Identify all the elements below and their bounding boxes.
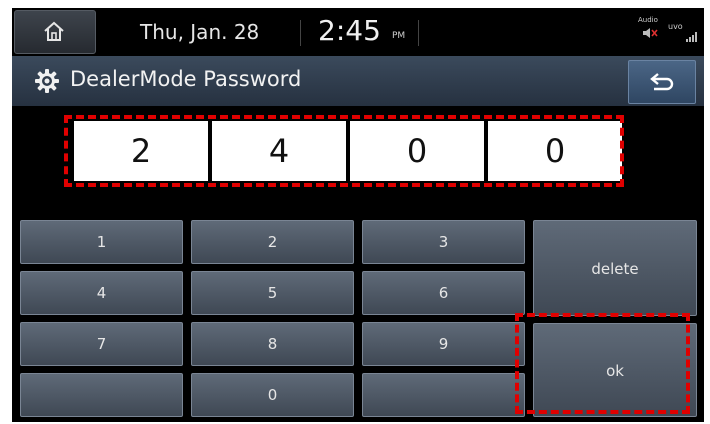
- key-2[interactable]: 2: [191, 220, 354, 264]
- key-1[interactable]: 1: [20, 220, 183, 264]
- clock-time: 2:45: [318, 14, 381, 47]
- date-display: Thu, Jan. 28: [140, 20, 260, 44]
- status-bar: Thu, Jan. 28 2:45 PM Audio uvo: [12, 8, 704, 56]
- back-arrow-icon: [650, 73, 674, 91]
- key-8[interactable]: 8: [191, 322, 354, 366]
- title-bar: DealerMode Password: [12, 56, 704, 106]
- password-highlight: [64, 115, 624, 187]
- key-blank[interactable]: [362, 373, 525, 417]
- page-title: DealerMode Password: [70, 67, 302, 91]
- key-4[interactable]: 4: [20, 271, 183, 315]
- key-0[interactable]: 0: [191, 373, 354, 417]
- signal-icon: [686, 32, 697, 42]
- key-3[interactable]: 3: [362, 220, 525, 264]
- delete-button[interactable]: delete: [533, 220, 697, 316]
- uvo-label: uvo: [668, 22, 683, 31]
- back-button[interactable]: [628, 60, 696, 104]
- audio-muted-icon: [643, 28, 658, 38]
- key-7[interactable]: 7: [20, 322, 183, 366]
- clock-ampm: PM: [392, 31, 406, 41]
- divider: [418, 20, 419, 46]
- key-blank[interactable]: [20, 373, 183, 417]
- key-6[interactable]: 6: [362, 271, 525, 315]
- ok-highlight: [515, 313, 690, 414]
- key-5[interactable]: 5: [191, 271, 354, 315]
- audio-label: Audio: [638, 16, 658, 24]
- gear-icon: [35, 69, 59, 93]
- home-button[interactable]: [14, 10, 96, 54]
- home-icon: [44, 21, 64, 41]
- divider: [300, 20, 301, 46]
- key-9[interactable]: 9: [362, 322, 525, 366]
